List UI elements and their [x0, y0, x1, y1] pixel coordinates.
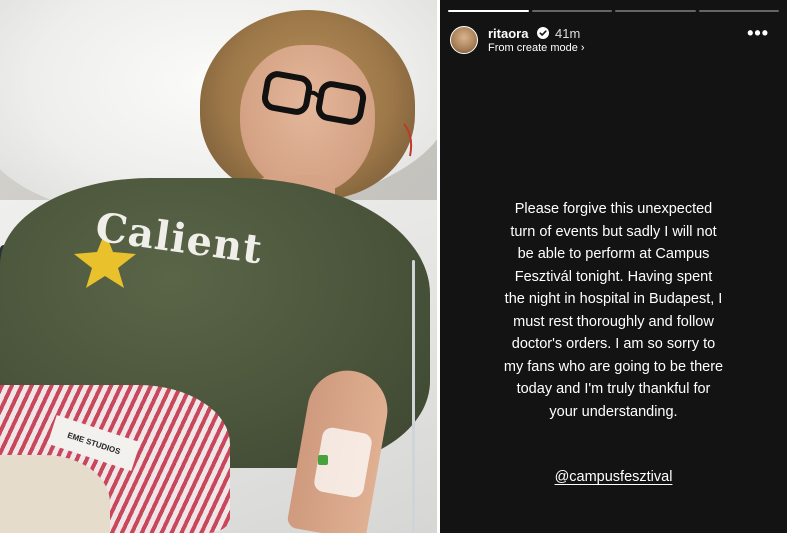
mention-sticker[interactable]: @campusfesztival: [440, 469, 787, 485]
composite-image: Calient EME STUDIOS ritaora 41m From cre…: [0, 0, 800, 533]
story-progress-bar: [448, 10, 779, 12]
red-cable: [403, 123, 413, 157]
iv-tube: [412, 260, 415, 533]
glasses-icon: [262, 71, 367, 125]
message-line: doctor's orders. I am so sorry to: [511, 336, 716, 352]
progress-segment: [615, 10, 696, 12]
message-line: Please forgive this unexpected: [514, 201, 713, 217]
story-timestamp: 41m: [555, 26, 581, 41]
right-margin: [787, 0, 800, 533]
more-options-icon[interactable]: •••: [747, 24, 769, 42]
hospital-photo: Calient EME STUDIOS: [0, 0, 437, 533]
username[interactable]: ritaora: [488, 26, 528, 41]
message-line: be able to perform at Campus: [517, 246, 710, 262]
story-message: Please forgive this unexpected turn of e…: [460, 198, 767, 423]
message-line: your understanding.: [549, 403, 678, 420]
mention-link[interactable]: @campusfesztival: [555, 469, 673, 485]
message-line: the night in hospital in Budapest, I: [504, 291, 723, 307]
message-line: my fans who are going to be there: [503, 358, 724, 375]
verified-badge-icon: [537, 27, 549, 39]
message-line: today and I'm truly thankful for: [516, 381, 711, 397]
message-line: turn of events but sadly I will not: [510, 223, 717, 240]
instagram-story[interactable]: ritaora 41m From create mode › ••• Please…: [440, 0, 787, 533]
chevron-right-icon: ›: [580, 42, 585, 54]
create-mode-label: From create mode: [488, 42, 578, 54]
create-mode-link[interactable]: From create mode ›: [488, 42, 585, 54]
story-header: ritaora 41m From create mode › •••: [450, 24, 777, 60]
progress-segment: [448, 10, 529, 12]
progress-segment: [531, 10, 612, 12]
iv-cannula: [318, 455, 328, 465]
avatar[interactable]: [450, 26, 478, 54]
message-line: Fesztivál tonight. Having spent: [514, 268, 713, 285]
message-line: must rest thoroughly and follow: [513, 313, 714, 330]
progress-segment: [698, 10, 779, 12]
